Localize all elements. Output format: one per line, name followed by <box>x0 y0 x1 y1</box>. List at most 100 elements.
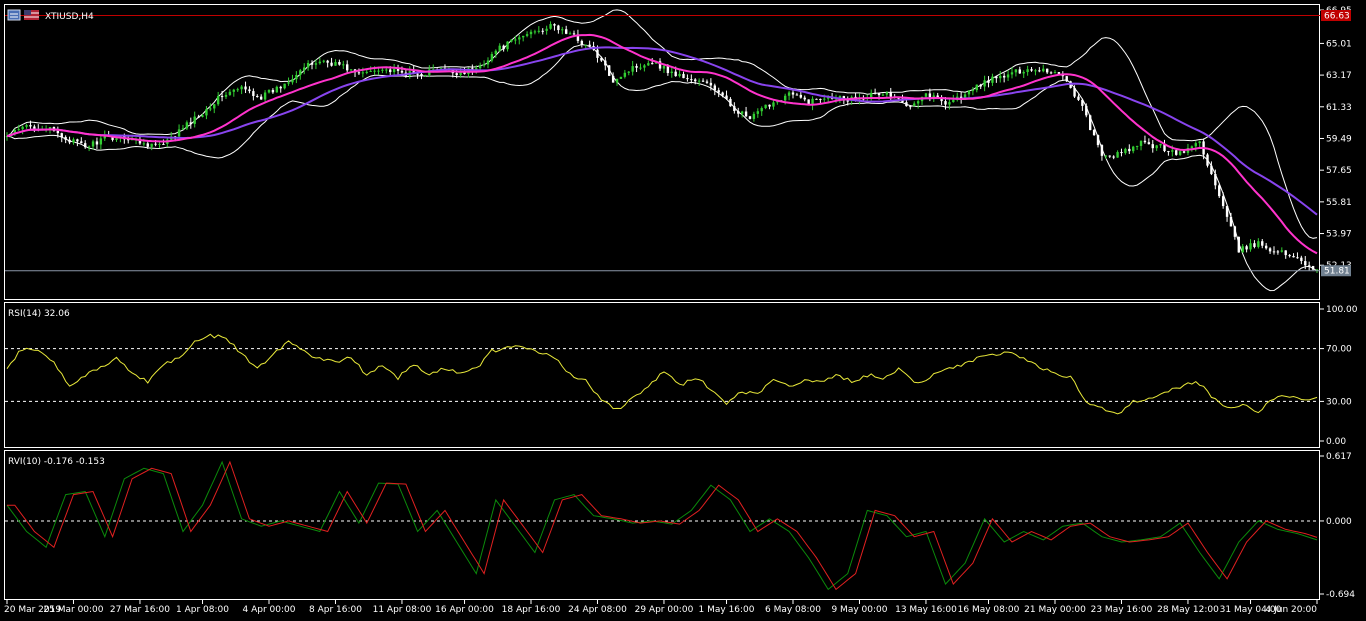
candle-body <box>1096 135 1100 146</box>
candle-body <box>686 78 689 80</box>
candle-body <box>967 90 971 95</box>
candle-body <box>1241 246 1244 253</box>
price-tick-label: 59.49 <box>1326 134 1352 144</box>
candle-body <box>873 92 877 94</box>
candle-body <box>389 69 392 73</box>
time-tick-label: 13 May 16:00 <box>895 605 957 615</box>
candle-body <box>916 101 920 104</box>
candle-body <box>983 80 986 87</box>
price-tick-label: 55.81 <box>1326 198 1352 208</box>
candle-body <box>572 33 576 35</box>
candle-body <box>1221 196 1225 207</box>
time-tick-label: 1 May 16:00 <box>699 605 755 615</box>
time-tick-label: 25 Mar 00:00 <box>43 605 103 615</box>
candle-body <box>537 30 541 32</box>
candle-body <box>21 126 24 130</box>
candle-body <box>244 86 247 90</box>
candle-body <box>1030 69 1033 71</box>
flag-icon-canton <box>24 10 31 15</box>
candle-body <box>72 139 75 143</box>
candle-body <box>162 143 165 145</box>
candle-body <box>1100 145 1104 156</box>
candle-body <box>1206 154 1209 166</box>
time-tick-label: 21 May 00:00 <box>1024 605 1086 615</box>
rsi-label: RSI(14) 32.06 <box>8 309 70 319</box>
trading-chart[interactable]: 66.9565.0163.1761.3359.4957.6555.8153.97… <box>0 0 1366 621</box>
candle-body <box>533 31 537 33</box>
candle-body <box>60 133 63 138</box>
candle-body <box>643 65 646 68</box>
time-tick-label: 24 Apr 08:00 <box>568 605 627 615</box>
candle-body <box>392 68 396 73</box>
candle-body <box>1225 206 1229 217</box>
candle-body <box>561 29 564 31</box>
candle-body <box>1112 156 1115 158</box>
candle-body <box>975 84 978 91</box>
candle-body <box>213 104 216 109</box>
candle-body <box>568 33 572 35</box>
candle-body <box>717 90 720 93</box>
candle-body <box>1081 99 1084 106</box>
candle-body <box>25 125 28 127</box>
candle-body <box>1104 155 1108 157</box>
candle-body <box>318 61 322 64</box>
rsi-tick-label: 0.00 <box>1326 437 1346 447</box>
rsi-tick-label: 70.00 <box>1326 345 1352 355</box>
time-tick-label: 23 May 16:00 <box>1091 605 1153 615</box>
candle-body <box>338 62 341 65</box>
candle-body <box>979 84 982 87</box>
candle-body <box>334 62 337 66</box>
candle-body <box>701 80 705 82</box>
candle-body <box>518 37 521 40</box>
rvi-tick-label: -0.694 <box>1326 590 1355 600</box>
candle-body <box>1249 243 1252 250</box>
candle-body <box>615 78 619 83</box>
candle-body <box>1194 143 1197 147</box>
candle-body <box>326 60 329 63</box>
candle-body <box>478 65 482 69</box>
candle-body <box>690 79 693 81</box>
candle-body <box>545 28 548 31</box>
time-tick-label: 1 Apr 08:00 <box>176 605 229 615</box>
candle-body <box>627 71 630 73</box>
candle-body <box>291 79 294 83</box>
candle-body <box>314 63 318 65</box>
candle-body <box>267 89 271 93</box>
candle-body <box>154 143 157 145</box>
candle-body <box>541 30 544 32</box>
candle-body <box>670 71 673 74</box>
candle-body <box>987 80 990 83</box>
candle-body <box>1026 69 1029 73</box>
candle-body <box>756 111 760 114</box>
candle-body <box>913 103 916 107</box>
candle-body <box>220 96 224 98</box>
candle-body <box>623 72 627 77</box>
candle-body <box>287 82 290 84</box>
candle-body <box>193 116 196 124</box>
candle-body <box>713 85 716 91</box>
candle-body <box>150 143 153 147</box>
candle-body <box>240 86 243 90</box>
candle-body <box>948 102 951 105</box>
candle-body <box>740 111 744 114</box>
candle-body <box>694 79 697 82</box>
candle-body <box>596 49 599 58</box>
candle-body <box>952 99 955 103</box>
candle-body <box>424 74 427 76</box>
candle-body <box>971 90 975 92</box>
candle-body <box>1190 146 1194 149</box>
price-tag-bid-text: 51.81 <box>1324 267 1350 277</box>
candle-body <box>346 64 349 71</box>
candle-body <box>91 141 95 147</box>
time-tick-label: 29 Apr 00:00 <box>635 605 694 615</box>
candle-body <box>299 70 302 75</box>
candle-body <box>795 94 799 96</box>
time-tick-label: 11 Apr 08:00 <box>373 605 432 615</box>
rsi-tick-label: 100.00 <box>1326 305 1358 315</box>
candle-body <box>1159 144 1162 146</box>
candle-body <box>201 115 204 117</box>
candle-body <box>877 93 881 96</box>
candle-body <box>232 89 236 92</box>
candle-body <box>772 102 775 107</box>
candle-body <box>330 62 333 66</box>
